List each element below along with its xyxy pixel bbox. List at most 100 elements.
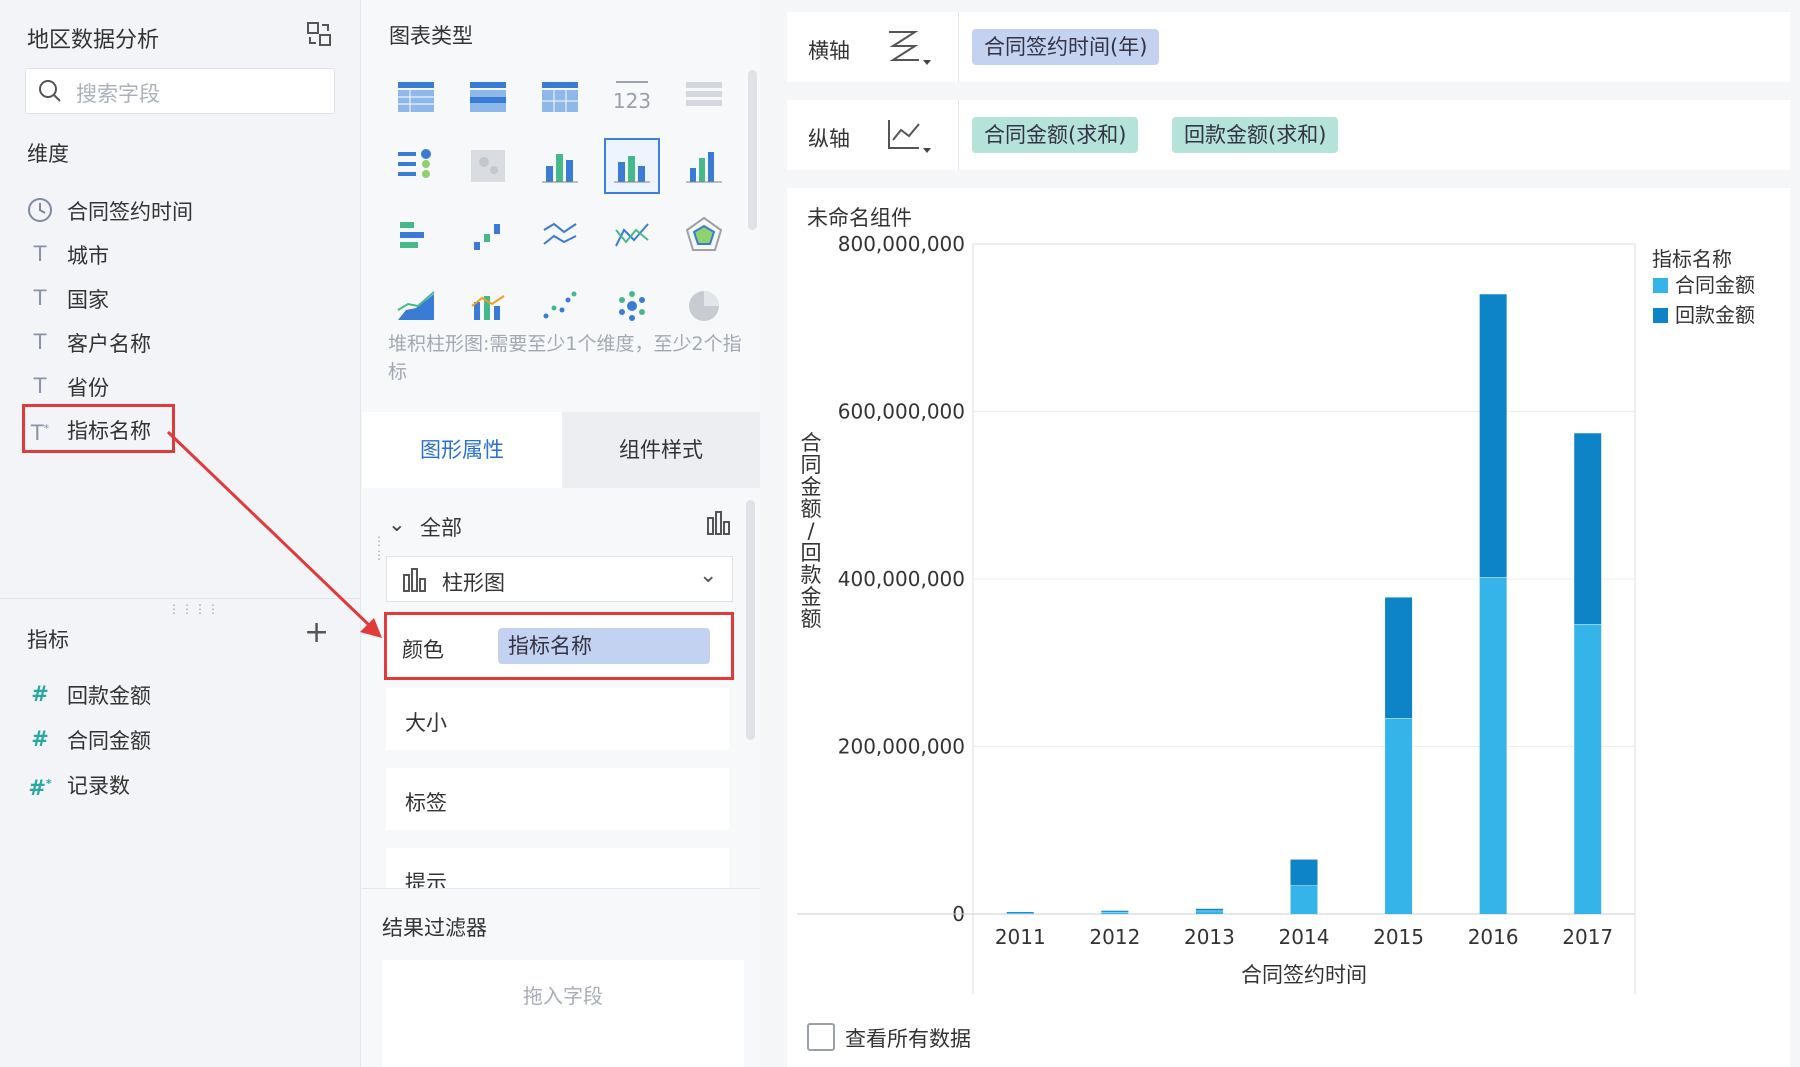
hash-star-icon: #* [28, 776, 52, 800]
property-scrollbar[interactable] [746, 500, 755, 740]
bar-chart-icon[interactable] [678, 140, 730, 192]
x-tick-label: 2011 [995, 925, 1046, 949]
left-panel: 地区数据分析 搜索字段 维度 合同签约时间 T 城市 T 国家 T 客户名称 T… [0, 0, 361, 1067]
add-metric-icon[interactable]: + [304, 618, 329, 648]
cross-table-icon[interactable] [534, 70, 586, 122]
area-chart-icon[interactable] [390, 280, 442, 332]
y-axis-title-char: / [807, 519, 815, 543]
x-axis-bar: 横轴 合同签约时间(年) [787, 12, 1790, 82]
radar-chart-icon[interactable] [678, 210, 730, 262]
bar-segment [1195, 910, 1223, 914]
search-input[interactable]: 搜索字段 [25, 68, 335, 114]
x-tick-label: 2016 [1468, 925, 1519, 949]
bubble-cloud-icon[interactable] [606, 280, 658, 332]
bar-segment [1006, 912, 1034, 914]
metric-label: 记录数 [67, 774, 130, 798]
legend-label: 合同金额 [1675, 273, 1755, 297]
tab-graphic-properties[interactable]: 图形属性 [362, 412, 562, 488]
property-tabs: 图形属性 组件样式 [362, 412, 760, 488]
y-axis-label: 纵轴 [808, 127, 850, 151]
y-field-pill[interactable]: 回款金额(求和) [1172, 117, 1339, 153]
bar-segment [1290, 859, 1318, 886]
metric-item[interactable]: # 合同金额 [25, 723, 325, 757]
horizontal-bar-icon[interactable] [390, 210, 442, 262]
filter-drop-zone[interactable]: 拖入字段 [382, 960, 744, 1067]
bar-segment [1385, 597, 1413, 719]
metrics-heading: 指标 [27, 628, 69, 652]
kpi-list-icon[interactable] [678, 70, 730, 122]
scatter-icon[interactable] [534, 280, 586, 332]
resize-grip-icon[interactable]: ⋮⋮⋮⋮ [168, 602, 220, 616]
waterfall-icon[interactable] [462, 210, 514, 262]
chart-type-scrollbar[interactable] [748, 70, 757, 230]
dimension-item[interactable]: T 城市 [25, 238, 325, 272]
axis-mode-icon[interactable] [885, 28, 935, 68]
dimension-item[interactable]: T 省份 [25, 370, 325, 404]
panel-divider [0, 598, 360, 599]
bar-segment [1479, 294, 1507, 578]
y-axis-title-char: 金 [801, 475, 822, 499]
y-axis-title-char: 额 [801, 497, 822, 521]
tag-property-row[interactable]: 标签 [386, 768, 729, 830]
view-all-checkbox[interactable] [807, 1023, 835, 1051]
legend-title: 指标名称 [1652, 247, 1732, 271]
search-icon [39, 80, 61, 102]
chart-type-select[interactable]: 柱形图 ⌄ [386, 556, 733, 602]
map-heat-icon[interactable] [462, 140, 514, 192]
y-axis-title-char: 额 [801, 607, 822, 631]
chart-type-hint: 堆积柱形图:需要至少1个维度，至少2个指标 [388, 333, 742, 383]
multi-line-icon[interactable] [606, 210, 658, 262]
y-axis-bar: 纵轴 合同金额(求和) 回款金额(求和) [787, 100, 1790, 170]
tab-component-style[interactable]: 组件样式 [562, 412, 760, 488]
dataset-title: 地区数据分析 [27, 28, 160, 53]
legend-label: 回款金额 [1675, 303, 1755, 327]
tip-property-row[interactable]: 提示 [386, 848, 729, 888]
dimension-label: 客户名称 [67, 332, 151, 356]
x-tick-label: 2013 [1184, 925, 1235, 949]
bar-type-icon[interactable] [705, 508, 733, 540]
y-axis-title-char: 款 [801, 563, 822, 587]
table-chart-icon[interactable] [390, 70, 442, 122]
dimension-item[interactable]: T 客户名称 [25, 326, 325, 360]
stacked-bar-icon[interactable] [604, 138, 660, 194]
chevron-down-icon[interactable]: ⌄ [388, 512, 406, 536]
search-placeholder: 搜索字段 [76, 82, 160, 106]
multi-bar-icon[interactable] [534, 140, 586, 192]
chart-card: 未命名组件 0 200,000,000 400,000,000 600,000,000… [787, 188, 1790, 1067]
tip-label: 提示 [405, 871, 447, 888]
legend-swatch [1653, 308, 1668, 323]
x-field-pill[interactable]: 合同签约时间(年) [972, 29, 1160, 65]
y-tick-label: 200,000,000 [838, 735, 965, 759]
bar-segment [1479, 577, 1507, 914]
metric-item[interactable]: #* 记录数 [25, 768, 325, 802]
bar-segment [1574, 624, 1602, 914]
dimension-label: 国家 [67, 288, 109, 312]
axis-mode-icon[interactable] [885, 116, 935, 156]
metric-label: 合同金额 [67, 729, 151, 753]
result-filter-heading: 结果过滤器 [382, 916, 487, 940]
size-property-row[interactable]: 大小 [386, 688, 729, 750]
size-label: 大小 [405, 711, 447, 735]
y-axis-title-char: 回 [801, 541, 822, 565]
pie-chart-icon[interactable] [678, 280, 730, 332]
metric-item[interactable]: # 回款金额 [25, 678, 325, 712]
dimension-label: 城市 [67, 244, 109, 268]
group-table-icon[interactable] [462, 70, 514, 122]
y-field-pill[interactable]: 合同金额(求和) [972, 117, 1139, 153]
dimensions-heading: 维度 [27, 142, 69, 166]
dimension-item[interactable]: T 国家 [25, 282, 325, 316]
drag-handle-icon[interactable]: ⋮ ⋮ [373, 534, 385, 562]
legend-swatch [1653, 278, 1668, 293]
highlight-box-dimension [22, 404, 175, 453]
kpi-number-icon[interactable]: 123 [606, 70, 658, 122]
hash-icon: # [31, 727, 49, 751]
metric-label: 回款金额 [67, 684, 151, 708]
combo-chart-icon[interactable] [462, 280, 514, 332]
legend-point-icon[interactable] [390, 140, 442, 192]
dimension-item[interactable]: 合同签约时间 [25, 194, 325, 228]
line-chart-icon[interactable] [534, 210, 586, 262]
switch-dataset-icon[interactable] [305, 20, 333, 48]
x-tick-label: 2012 [1089, 925, 1140, 949]
dimension-label: 合同签约时间 [67, 200, 193, 224]
chart-type-heading: 图表类型 [389, 24, 473, 48]
